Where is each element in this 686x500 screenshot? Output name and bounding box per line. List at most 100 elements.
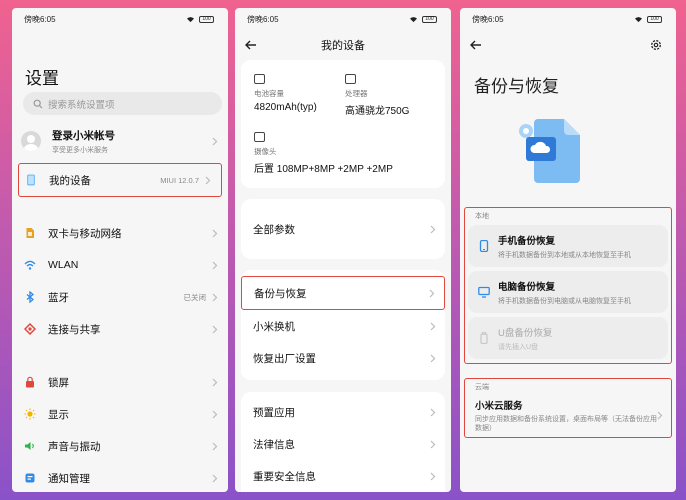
safety-info-label: 重要安全信息 [253, 470, 316, 483]
chevron-right-icon [212, 261, 218, 269]
sim-card-icon [24, 227, 36, 239]
cloud-section-label: 云端 [475, 384, 489, 391]
chevron-right-icon [212, 229, 218, 237]
back-arrow-icon[interactable] [245, 40, 257, 50]
bluetooth-icon [24, 290, 36, 304]
phone-backup-title: 手机备份恢复 [498, 235, 556, 247]
setting-row[interactable]: 锁屏 [12, 366, 228, 398]
battery-spec-label: 电池容量 [254, 89, 284, 98]
share-icon [23, 322, 37, 336]
account-subtitle: 享受更多小米服务 [52, 146, 108, 154]
setting-value: 已关闭 [183, 292, 207, 302]
camera-spec-value: 后置 108MP+8MP +2MP +2MP [254, 164, 393, 175]
setting-row[interactable]: 显示 [12, 398, 228, 430]
usb-drive-icon [480, 332, 488, 344]
account-row[interactable]: 登录小米帐号 享受更多小米服务 [12, 121, 228, 161]
setting-row[interactable]: WLAN [12, 249, 228, 281]
chevron-right-icon [212, 474, 218, 482]
network-group: 双卡与移动网络 WLAN 蓝牙 已关闭连接与共享 [12, 217, 228, 345]
back-arrow-icon[interactable] [470, 40, 482, 50]
setting-row[interactable]: 连接与共享 [12, 313, 228, 345]
mi-cloud-option[interactable]: 小米云服务 同步应用数据和备份系统设置，桌面布局等（无法备份应用数据） [465, 396, 671, 437]
factory-reset-row[interactable]: 恢复出厂设置 [241, 342, 445, 374]
usb-backup-option[interactable]: U盘备份恢复 请先插入U盘 [468, 317, 668, 359]
setting-row[interactable]: 声音与振动 [12, 430, 228, 462]
wifi-status-icon [410, 16, 417, 22]
usb-backup-subtitle: 请先插入U盘 [498, 343, 539, 351]
setting-label: 声音与振动 [48, 440, 101, 453]
top-bar [460, 30, 676, 60]
status-time: 傍晚6:05 [24, 14, 56, 24]
search-placeholder: 搜索系统设置项 [48, 99, 115, 111]
phone-backup-subtitle: 将手机数据备份到本地或从本地恢复至手机 [498, 251, 631, 259]
chevron-right-icon [430, 440, 436, 448]
mi-cloud-subtitle: 同步应用数据和备份系统设置，桌面布局等（无法备份应用数据） [475, 416, 657, 432]
preinstalled-apps-row[interactable]: 预置应用 [241, 396, 445, 428]
status-bar: 傍晚6:05 100 [460, 8, 676, 30]
device-spec-card: 电池容量 4820mAh(typ) 处理器 高通骁龙750G 摄像头 后置 10… [241, 60, 445, 188]
chevron-right-icon [212, 410, 218, 418]
setting-row[interactable]: 双卡与移动网络 [12, 217, 228, 249]
backup-illustration [460, 97, 676, 207]
wifi-status-icon [635, 16, 642, 22]
legal-info-row[interactable]: 法律信息 [241, 428, 445, 460]
status-time: 傍晚6:05 [247, 14, 279, 24]
battery-icon: 100 [199, 15, 214, 23]
backup-restore-row[interactable]: 备份与恢复 [241, 276, 445, 310]
all-params-row[interactable]: 全部参数 [241, 199, 445, 259]
chevron-right-icon [430, 472, 436, 480]
search-input[interactable]: 搜索系统设置项 [23, 92, 222, 115]
wifi-icon [24, 259, 36, 271]
backup-restore-label: 备份与恢复 [254, 287, 307, 300]
setting-label: 显示 [48, 408, 69, 421]
avatar [21, 131, 41, 151]
factory-reset-label: 恢复出厂设置 [253, 352, 316, 365]
file-cloud-icon [519, 119, 580, 183]
cpu-spec: 处理器 高通骁龙750G [345, 74, 409, 117]
backup-screen: 傍晚6:05 100 备份与恢复 本地 手机备份恢复 将手机数据备份到本地或从本… [460, 8, 676, 492]
legal-info-label: 法律信息 [253, 438, 295, 451]
battery-spec-value: 4820mAh(typ) [254, 102, 317, 113]
phone-backup-option[interactable]: 手机备份恢复 将手机数据备份到本地或从本地恢复至手机 [468, 225, 668, 267]
page-title: 备份与恢复 [474, 77, 559, 96]
usb-backup-title: U盘备份恢复 [498, 327, 553, 339]
mi-mover-row[interactable]: 小米换机 [241, 310, 445, 342]
chevron-right-icon [430, 225, 436, 233]
miui-version: MIUI 12.0.7 [160, 175, 199, 185]
battery-spec-icon [254, 74, 265, 84]
my-device-row[interactable]: 我的设备 MIUI 12.0.7 [18, 163, 222, 197]
chevron-right-icon [212, 293, 218, 301]
my-device-screen: 傍晚6:05 100 我的设备 电池容量 4820mAh(typ) 处理器 高通… [235, 8, 451, 492]
camera-spec-label: 摄像头 [254, 147, 277, 156]
chevron-right-icon [212, 378, 218, 386]
cpu-spec-icon [345, 74, 356, 84]
chevron-right-icon [429, 289, 435, 297]
top-bar: 我的设备 [235, 30, 451, 60]
page-title: 设置 [25, 69, 59, 88]
battery-spec: 电池容量 4820mAh(typ) [254, 74, 317, 113]
battery-icon: 100 [422, 15, 437, 23]
device-group-2: 预置应用 法律信息 重要安全信息 [241, 392, 445, 492]
pc-backup-option[interactable]: 电脑备份恢复 将手机数据备份到电脑或从电脑恢复至手机 [468, 271, 668, 313]
sun-icon [24, 408, 36, 420]
setting-label: 连接与共享 [48, 323, 101, 336]
search-icon [33, 99, 43, 108]
cloud-backup-region: 云端 小米云服务 同步应用数据和备份系统设置，桌面布局等（无法备份应用数据） [464, 378, 672, 438]
account-title: 登录小米帐号 [52, 129, 115, 142]
setting-label: 通知管理 [48, 472, 90, 485]
all-params-label: 全部参数 [253, 223, 295, 236]
bell-icon [24, 472, 36, 484]
safety-info-row[interactable]: 重要安全信息 [241, 460, 445, 492]
setting-label: 蓝牙 [48, 291, 69, 304]
gear-icon[interactable] [650, 39, 662, 51]
setting-row[interactable]: 通知管理 [12, 462, 228, 492]
chevron-right-icon [657, 411, 663, 420]
chevron-right-icon [212, 137, 218, 145]
pc-backup-title: 电脑备份恢复 [498, 281, 556, 293]
settings-screen: 傍晚6:05 100 设置 搜索系统设置项 登录小米帐号 享受更多小米服务 我的… [12, 8, 228, 492]
mi-mover-label: 小米换机 [253, 320, 295, 333]
status-bar: 傍晚6:05 100 [235, 8, 451, 30]
wifi-status-icon [187, 16, 194, 22]
setting-row[interactable]: 蓝牙 已关闭 [12, 281, 228, 313]
phone-device-icon [27, 174, 35, 186]
